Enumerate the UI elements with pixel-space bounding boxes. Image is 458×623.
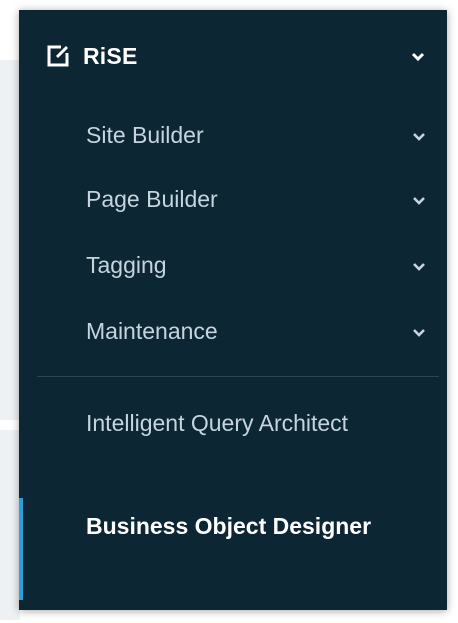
link-business-object-designer[interactable]: Business Object Designer xyxy=(19,498,447,602)
submenu-label: Page Builder xyxy=(86,186,218,212)
link-label: Intelligent Query Architect xyxy=(86,410,349,436)
rise-menu-label: RiSE xyxy=(83,43,138,69)
submenu-site-builder[interactable]: Site Builder xyxy=(19,112,447,160)
chevron-down-icon[interactable] xyxy=(411,52,425,62)
submenu-maintenance[interactable]: Maintenance xyxy=(19,308,447,356)
rise-menu-header[interactable]: RiSE xyxy=(19,36,447,78)
submenu-page-builder[interactable]: Page Builder xyxy=(19,176,447,224)
background-shape-bottom xyxy=(0,430,20,620)
chevron-down-icon[interactable] xyxy=(412,132,426,142)
edit-square-icon xyxy=(47,45,69,67)
chevron-down-icon[interactable] xyxy=(412,196,426,206)
submenu-tagging[interactable]: Tagging xyxy=(19,242,447,290)
submenu-label: Site Builder xyxy=(86,122,204,148)
chevron-down-icon[interactable] xyxy=(412,328,426,338)
submenu-label: Tagging xyxy=(86,252,167,278)
active-indicator xyxy=(19,498,23,600)
screen: RiSE Site Builder Page Builder Tagging M xyxy=(0,0,458,623)
link-intelligent-query-architect[interactable]: Intelligent Query Architect xyxy=(19,403,447,493)
menu-divider xyxy=(37,376,439,377)
navigation-menu: RiSE Site Builder Page Builder Tagging M xyxy=(19,10,447,610)
submenu-label: Maintenance xyxy=(86,318,218,344)
chevron-down-icon[interactable] xyxy=(412,262,426,272)
link-label: Business Object Designer xyxy=(86,513,372,539)
background-shape xyxy=(0,60,20,420)
